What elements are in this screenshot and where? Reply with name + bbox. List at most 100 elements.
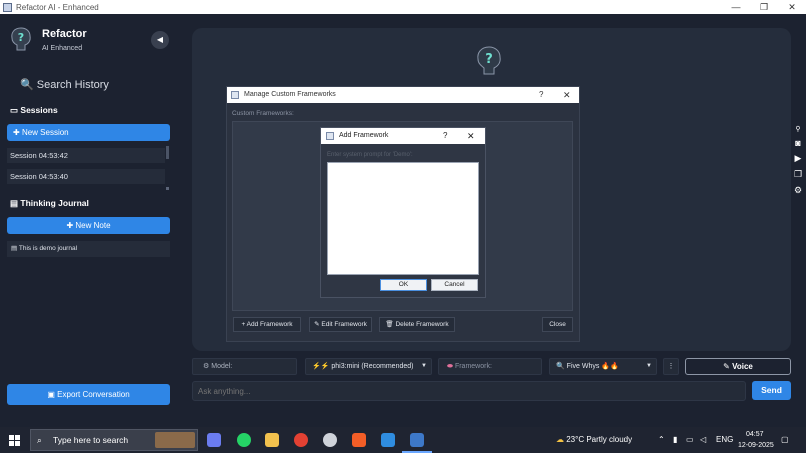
- new-session-button[interactable]: ✚ New Session: [7, 124, 170, 141]
- cancel-button[interactable]: Cancel: [431, 279, 478, 291]
- language-indicator[interactable]: ENG: [716, 427, 733, 453]
- sessions-heading: ▭ Sessions: [10, 105, 58, 116]
- weather-text: 23°C Partly cloudy: [566, 435, 633, 444]
- model-select[interactable]: ⚡⚡ phi3:mini (Recommended) ▼: [305, 358, 432, 375]
- session-item[interactable]: Session 04:53:42: [7, 148, 165, 163]
- more-options-button[interactable]: ⋮: [663, 358, 679, 375]
- journal-heading: ▤ Thinking Journal: [10, 198, 89, 209]
- chrome-icon[interactable]: [294, 433, 308, 447]
- journal-heading-label: Thinking Journal: [20, 198, 89, 208]
- dialog-title: Add Framework: [339, 132, 389, 139]
- delete-framework-button[interactable]: 🗑 Delete Framework: [379, 317, 455, 332]
- windows-start-icon[interactable]: [9, 435, 20, 446]
- weather-icon: ☁: [556, 435, 564, 444]
- close-dialog-button[interactable]: ✕: [467, 128, 475, 144]
- note-icon: ▤: [11, 245, 18, 252]
- export-conversation-button[interactable]: ▣ Export Conversation: [7, 384, 170, 405]
- brain-logo-icon: ?: [477, 46, 501, 75]
- svg-text:?: ?: [18, 31, 24, 44]
- brave-icon[interactable]: [352, 433, 366, 447]
- sessions-scrollbar[interactable]: [166, 146, 169, 159]
- chatgpt-icon[interactable]: [323, 433, 337, 447]
- help-button[interactable]: ?: [539, 87, 543, 103]
- tray-chevron-icon[interactable]: ⌃: [658, 427, 665, 453]
- microphone-icon: ✎: [723, 362, 730, 371]
- copy-icon[interactable]: ❐: [792, 168, 804, 180]
- close-dialog-button[interactable]: ✕: [563, 87, 571, 103]
- dialog-titlebar: Add Framework ? ✕: [321, 128, 485, 144]
- new-note-label: New Note: [75, 221, 111, 230]
- system-prompt-textarea[interactable]: [327, 162, 479, 275]
- window-controls: — ❐ ✕: [722, 0, 806, 14]
- search-icon: 🔍: [556, 363, 565, 370]
- dialog-title: Manage Custom Frameworks: [244, 91, 336, 98]
- ask-input[interactable]: [192, 381, 746, 401]
- session-item[interactable]: Session 04:53:40: [7, 169, 165, 184]
- plus-icon: ✚: [66, 221, 74, 230]
- vscode-icon[interactable]: [381, 433, 395, 447]
- maximize-button[interactable]: ❐: [750, 0, 778, 14]
- framework-select[interactable]: 🔍 Five Whys 🔥🔥 ▼: [549, 358, 657, 375]
- window-titlebar: Refactor AI - Enhanced — ❐ ✕: [0, 0, 806, 14]
- new-note-button[interactable]: ✚ New Note: [7, 217, 170, 234]
- brand-title: Refactor: [42, 28, 87, 40]
- dialog-titlebar: Manage Custom Frameworks ? ✕: [227, 87, 579, 103]
- copilot-icon[interactable]: [207, 433, 221, 447]
- ok-button[interactable]: OK: [380, 279, 427, 291]
- sessions-heading-label: Sessions: [20, 105, 58, 115]
- framework-label-text: Framework:: [454, 363, 492, 370]
- model-label: ⚙ Model:: [192, 358, 297, 375]
- scroll-marker: [166, 187, 169, 190]
- whatsapp-icon[interactable]: [237, 433, 251, 447]
- link-icon[interactable]: ⚲: [792, 124, 804, 136]
- minimize-button[interactable]: —: [722, 0, 750, 14]
- framework-select-value: Five Whys: [566, 363, 600, 370]
- voice-button[interactable]: ✎ Voice: [685, 358, 791, 375]
- clock-time[interactable]: 04:57: [746, 430, 764, 440]
- journal-item[interactable]: ▤ This is demo journal: [7, 241, 170, 257]
- microphone-icon[interactable]: ▮: [673, 427, 677, 453]
- video-icon[interactable]: ▶: [792, 152, 804, 164]
- python-app-icon[interactable]: [410, 433, 424, 447]
- edit-framework-button[interactable]: ✎ Edit Framework: [309, 317, 372, 332]
- edit-framework-label: Edit Framework: [321, 321, 367, 328]
- clock-date[interactable]: 12-09-2025: [738, 441, 774, 451]
- search-icon: 🔍: [20, 79, 34, 91]
- brain-logo-icon: ?: [11, 27, 31, 51]
- add-framework-button[interactable]: + Add Framework: [233, 317, 301, 332]
- weather-widget[interactable]: ☁ 23°C Partly cloudy: [556, 427, 632, 453]
- chat-icon: ▭: [10, 105, 19, 115]
- camera-icon[interactable]: ◙: [792, 137, 804, 149]
- search-highlight-image: [155, 432, 195, 448]
- taskbar-search[interactable]: ⌕ Type here to search: [30, 429, 198, 451]
- export-label: Export Conversation: [57, 390, 130, 399]
- chevron-down-icon: ▼: [646, 363, 652, 369]
- journal-icon: ▤: [10, 198, 19, 208]
- system-prompt-label: Enter system prompt for 'Demo':: [327, 152, 413, 158]
- custom-frameworks-label: Custom Frameworks:: [232, 110, 294, 117]
- sidebar: ? Refactor AI Enhanced ◀ 🔍 Search Histor…: [0, 14, 182, 427]
- new-session-label: New Session: [21, 128, 69, 137]
- delete-framework-label: Delete Framework: [395, 321, 449, 328]
- notifications-icon[interactable]: ▢: [781, 427, 789, 453]
- model-select-value: phi3:mini (Recommended): [331, 363, 414, 370]
- search-history-button[interactable]: 🔍 Search History: [20, 78, 109, 91]
- taskbar-search-placeholder: Type here to search: [53, 435, 129, 445]
- help-button[interactable]: ?: [443, 128, 447, 144]
- bolt-icon: ⚡⚡: [312, 363, 330, 370]
- trash-icon: 🗑: [385, 321, 394, 328]
- send-button[interactable]: Send: [752, 381, 791, 400]
- file-explorer-icon[interactable]: [265, 433, 279, 447]
- app-icon: [3, 2, 12, 12]
- close-window-button[interactable]: ✕: [778, 0, 806, 14]
- fire-icon: 🔥🔥: [601, 363, 619, 370]
- brand-subtitle: AI Enhanced: [42, 45, 83, 52]
- window-title: Refactor AI - Enhanced: [16, 2, 99, 12]
- network-icon[interactable]: ▭: [686, 427, 694, 453]
- volume-icon[interactable]: ◁: [700, 427, 706, 453]
- close-button[interactable]: Close: [542, 317, 573, 332]
- model-label-text: Model:: [211, 363, 233, 370]
- collapse-sidebar-button[interactable]: ◀: [151, 31, 169, 49]
- dialog-app-icon: [231, 91, 239, 99]
- settings-gear-icon[interactable]: ⚙: [792, 184, 804, 196]
